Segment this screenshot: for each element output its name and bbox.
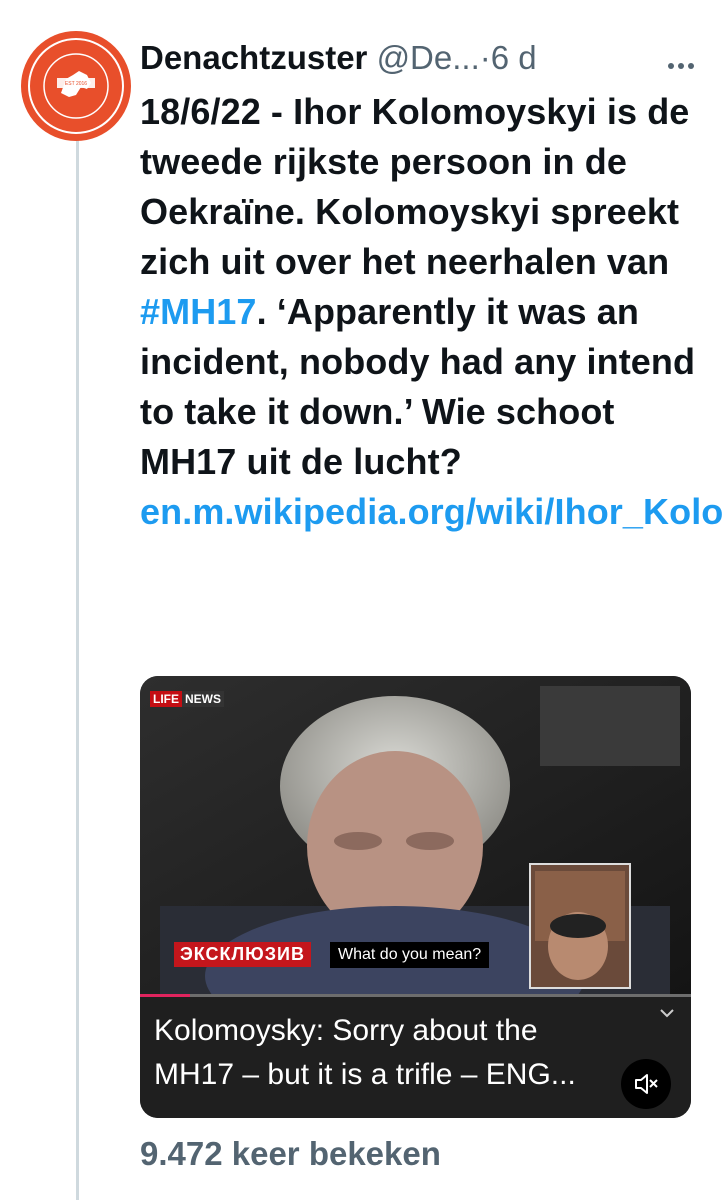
- channel-badge: LIFE NEWS: [150, 691, 224, 707]
- tweet-text: 18/6/22 - Ihor Kolomoyskyi is de tweede …: [140, 87, 723, 537]
- display-name[interactable]: Denachtzuster: [140, 39, 367, 76]
- url-link[interactable]: en.m.wikipedia.org/wiki/Ihor_Kolo...: [140, 491, 723, 532]
- channel-badge-life: LIFE: [150, 691, 182, 707]
- timestamp[interactable]: 6 d: [491, 39, 537, 76]
- tweet-text-part1: 18/6/22 - Ihor Kolomoyskyi is de tweede …: [140, 91, 690, 282]
- video-player[interactable]: LIFE NEWS ЭКСКЛЮЗИВ What do you mean?: [140, 676, 691, 1046]
- user-handle[interactable]: @De...: [377, 39, 480, 76]
- video-subtitle: What do you mean?: [330, 942, 490, 968]
- separator-dot: ·: [479, 39, 491, 76]
- avatar[interactable]: EST 2016: [21, 31, 131, 141]
- channel-badge-news: NEWS: [182, 691, 224, 707]
- more-icon[interactable]: [666, 48, 696, 92]
- video-card[interactable]: LIFE NEWS ЭКСКЛЮЗИВ What do you mean? Ko…: [140, 676, 691, 1118]
- video-title[interactable]: Kolomoysky: Sorry about the MH17 – but i…: [154, 1009, 614, 1097]
- svg-text:EST 2016: EST 2016: [65, 81, 87, 87]
- chevron-down-icon[interactable]: [657, 1003, 677, 1028]
- video-caption[interactable]: Kolomoysky: Sorry about the MH17 – but i…: [140, 997, 691, 1118]
- exclusive-label: ЭКСКЛЮЗИВ: [174, 942, 311, 967]
- view-count: 9.472 keer bekeken: [140, 1135, 441, 1172]
- mute-button[interactable]: [621, 1059, 671, 1109]
- hashtag-link[interactable]: #MH17: [140, 291, 257, 332]
- mute-icon: [635, 1074, 658, 1094]
- tweet-header: Denachtzuster @De...·6 d: [140, 36, 700, 86]
- avatar-logo-icon: EST 2016: [28, 38, 124, 134]
- thread-line: [76, 140, 79, 1200]
